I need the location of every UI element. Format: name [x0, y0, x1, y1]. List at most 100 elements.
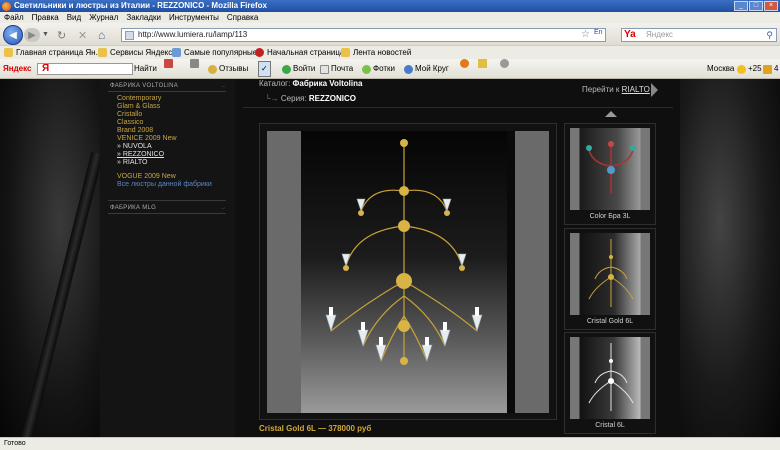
mail-button[interactable]: Почта: [320, 59, 353, 79]
menu-file[interactable]: Файл: [4, 12, 24, 23]
sun-icon: [737, 64, 746, 74]
city-label[interactable]: Москва: [707, 59, 734, 79]
traffic-widget[interactable]: 4: [763, 59, 778, 79]
firefox-icon: [2, 2, 11, 11]
back-button[interactable]: ◀: [3, 25, 23, 45]
sidebar-item-rezzonico[interactable]: » REZZONICO: [117, 151, 164, 158]
minimize-button[interactable]: _: [734, 1, 748, 11]
catalog-breadcrumb: Каталог: Фабрика Voltolina: [259, 79, 363, 88]
forward-button[interactable]: ▶: [24, 28, 40, 42]
close-button[interactable]: ×: [764, 1, 778, 11]
page-viewport: ФАБРИКА VOLTOLINA → Contemporary Glam & …: [0, 79, 780, 437]
all-chandeliers-link[interactable]: Все люстры данной фабрики: [117, 181, 212, 188]
catalog-link[interactable]: Фабрика Voltolina: [293, 79, 363, 88]
folder-icon: [98, 48, 107, 57]
thumbnail-item[interactable]: Cristal 6L: [564, 332, 656, 434]
sidebar-item-contemporary[interactable]: Contemporary: [117, 95, 161, 102]
search-input[interactable]: Ya Яндекс ⚲: [621, 28, 777, 42]
photos-icon: [362, 64, 371, 74]
bar-extra-icon[interactable]: [460, 59, 469, 68]
window-controls: _ □ ×: [734, 1, 778, 11]
scroll-up-arrow-icon[interactable]: [605, 111, 617, 117]
reload-icon[interactable]: ↻: [57, 29, 66, 42]
bookmark-item[interactable]: Лента новостей: [341, 46, 411, 59]
circle-icon: [404, 64, 413, 74]
menu-help[interactable]: Справка: [227, 12, 258, 23]
arrow-right-icon: ▶: [28, 29, 36, 41]
menu-bookmarks[interactable]: Закладки: [126, 12, 161, 23]
menu-tools[interactable]: Инструменты: [169, 12, 219, 23]
bookmark-item[interactable]: Главная страница Ян...: [4, 46, 102, 59]
photos-button[interactable]: Фотки: [362, 59, 395, 79]
bookmark-item[interactable]: Начальная страница: [255, 46, 344, 59]
search-icon[interactable]: ⚲: [766, 29, 773, 41]
goto-series-link[interactable]: RIALTO: [622, 85, 650, 94]
main-product-image[interactable]: [267, 131, 549, 413]
find-button[interactable]: Найти: [134, 59, 157, 79]
background-decor-right: [680, 79, 780, 437]
sidebar-item-nuvola[interactable]: » NUVOLA: [117, 143, 152, 150]
window-titlebar: Светильники и люстры из Италии - REZZONI…: [0, 0, 780, 12]
traffic-icon: [763, 64, 772, 74]
sidebar-item-rialto[interactable]: » RIALTO: [117, 159, 147, 166]
sidebar-item-classico[interactable]: Classico: [117, 119, 143, 126]
yandex-icon: [4, 48, 13, 57]
menu-history[interactable]: Журнал: [89, 12, 118, 23]
thumbnail-caption: Color Бра 3L: [589, 213, 631, 220]
collapse-icon[interactable]: →: [220, 83, 226, 89]
stop-icon[interactable]: ✕: [78, 29, 87, 42]
thumbnail-caption: Cristal 6L: [595, 422, 625, 429]
settings-icon: [500, 59, 509, 68]
factory-heading[interactable]: ФАБРИКА VOLTOLINA: [110, 83, 178, 89]
yandex-toolbar: Яндекс Я Найти Отзывы ✓ Войти Почта Фотк…: [0, 59, 780, 79]
gold-chandelier-illustration: [588, 239, 634, 307]
address-bar[interactable]: http://www.lumiera.ru/lamp/113: [121, 28, 606, 42]
thumbnail-item[interactable]: Cristal Gold 6L: [564, 228, 656, 330]
bookmark-item[interactable]: Самые популярные: [172, 46, 257, 59]
sidebar-item-brand2008[interactable]: Brand 2008: [117, 127, 153, 134]
sidebar-item-vogue2009[interactable]: VOGUE 2009 New: [117, 173, 176, 180]
bookmark-item[interactable]: Сервисы Яндекса: [98, 46, 177, 59]
bookmarks-toolbar: Главная страница Ян... Сервисы Яндекса С…: [0, 45, 780, 59]
maximize-button[interactable]: □: [749, 1, 763, 11]
sidebar-item-glam[interactable]: Glam & Glass: [117, 103, 160, 110]
gear-icon[interactable]: [500, 59, 509, 68]
popular-icon: [172, 48, 181, 57]
status-text: Готово: [4, 440, 26, 447]
chandelier-illustration: [325, 139, 483, 365]
yandex-icon: Я: [42, 63, 50, 74]
login-icon: [282, 64, 291, 74]
language-indicator[interactable]: En: [594, 29, 603, 36]
thumbnail-item[interactable]: Color Бра 3L: [564, 123, 656, 225]
next-arrow-icon[interactable]: [651, 83, 658, 97]
signal-icon[interactable]: [190, 59, 199, 68]
factory-heading-mlg[interactable]: ФАБРИКА MLG: [110, 205, 156, 211]
yandex-logo[interactable]: Яндекс: [3, 59, 31, 79]
weather-widget[interactable]: +25: [737, 59, 762, 79]
weather-icon: [460, 59, 469, 68]
pen-icon[interactable]: [164, 59, 173, 68]
url-text: http://www.lumiera.ru/lamp/113: [138, 30, 248, 39]
yandex-search-input[interactable]: Я: [37, 63, 133, 75]
history-dropdown-icon[interactable]: ▼: [42, 31, 49, 38]
expand-icon[interactable]: →: [220, 205, 226, 211]
reviews-button[interactable]: Отзывы: [208, 59, 248, 79]
sidebar-item-cristallo[interactable]: Cristallo: [117, 111, 142, 118]
menu-edit[interactable]: Правка: [32, 12, 59, 23]
window-title: Светильники и люстры из Италии - REZZONI…: [14, 1, 267, 10]
series-breadcrumb: └→ Серия: REZZONICO: [265, 94, 356, 103]
star-menu-icon[interactable]: [478, 59, 487, 68]
my-circle-button[interactable]: Мой Круг: [404, 59, 449, 79]
login-button[interactable]: Войти: [282, 59, 315, 79]
sidebar-item-venice2009[interactable]: VENICE 2009 New: [117, 135, 177, 142]
wall-sconce-illustration: [586, 141, 636, 193]
menu-view[interactable]: Вид: [67, 12, 81, 23]
reviews-icon: [208, 64, 217, 74]
check-icon[interactable]: ✓: [258, 61, 271, 77]
menu-bar: Файл Правка Вид Журнал Закладки Инструме…: [0, 12, 780, 23]
bookmark-star-icon[interactable]: ☆: [581, 29, 590, 40]
arrow-left-icon: ◀: [9, 29, 17, 41]
goto-next-series[interactable]: Перейти к RIALTO: [582, 85, 650, 94]
favicon-icon: [125, 31, 134, 40]
home-icon[interactable]: ⌂: [98, 28, 105, 42]
